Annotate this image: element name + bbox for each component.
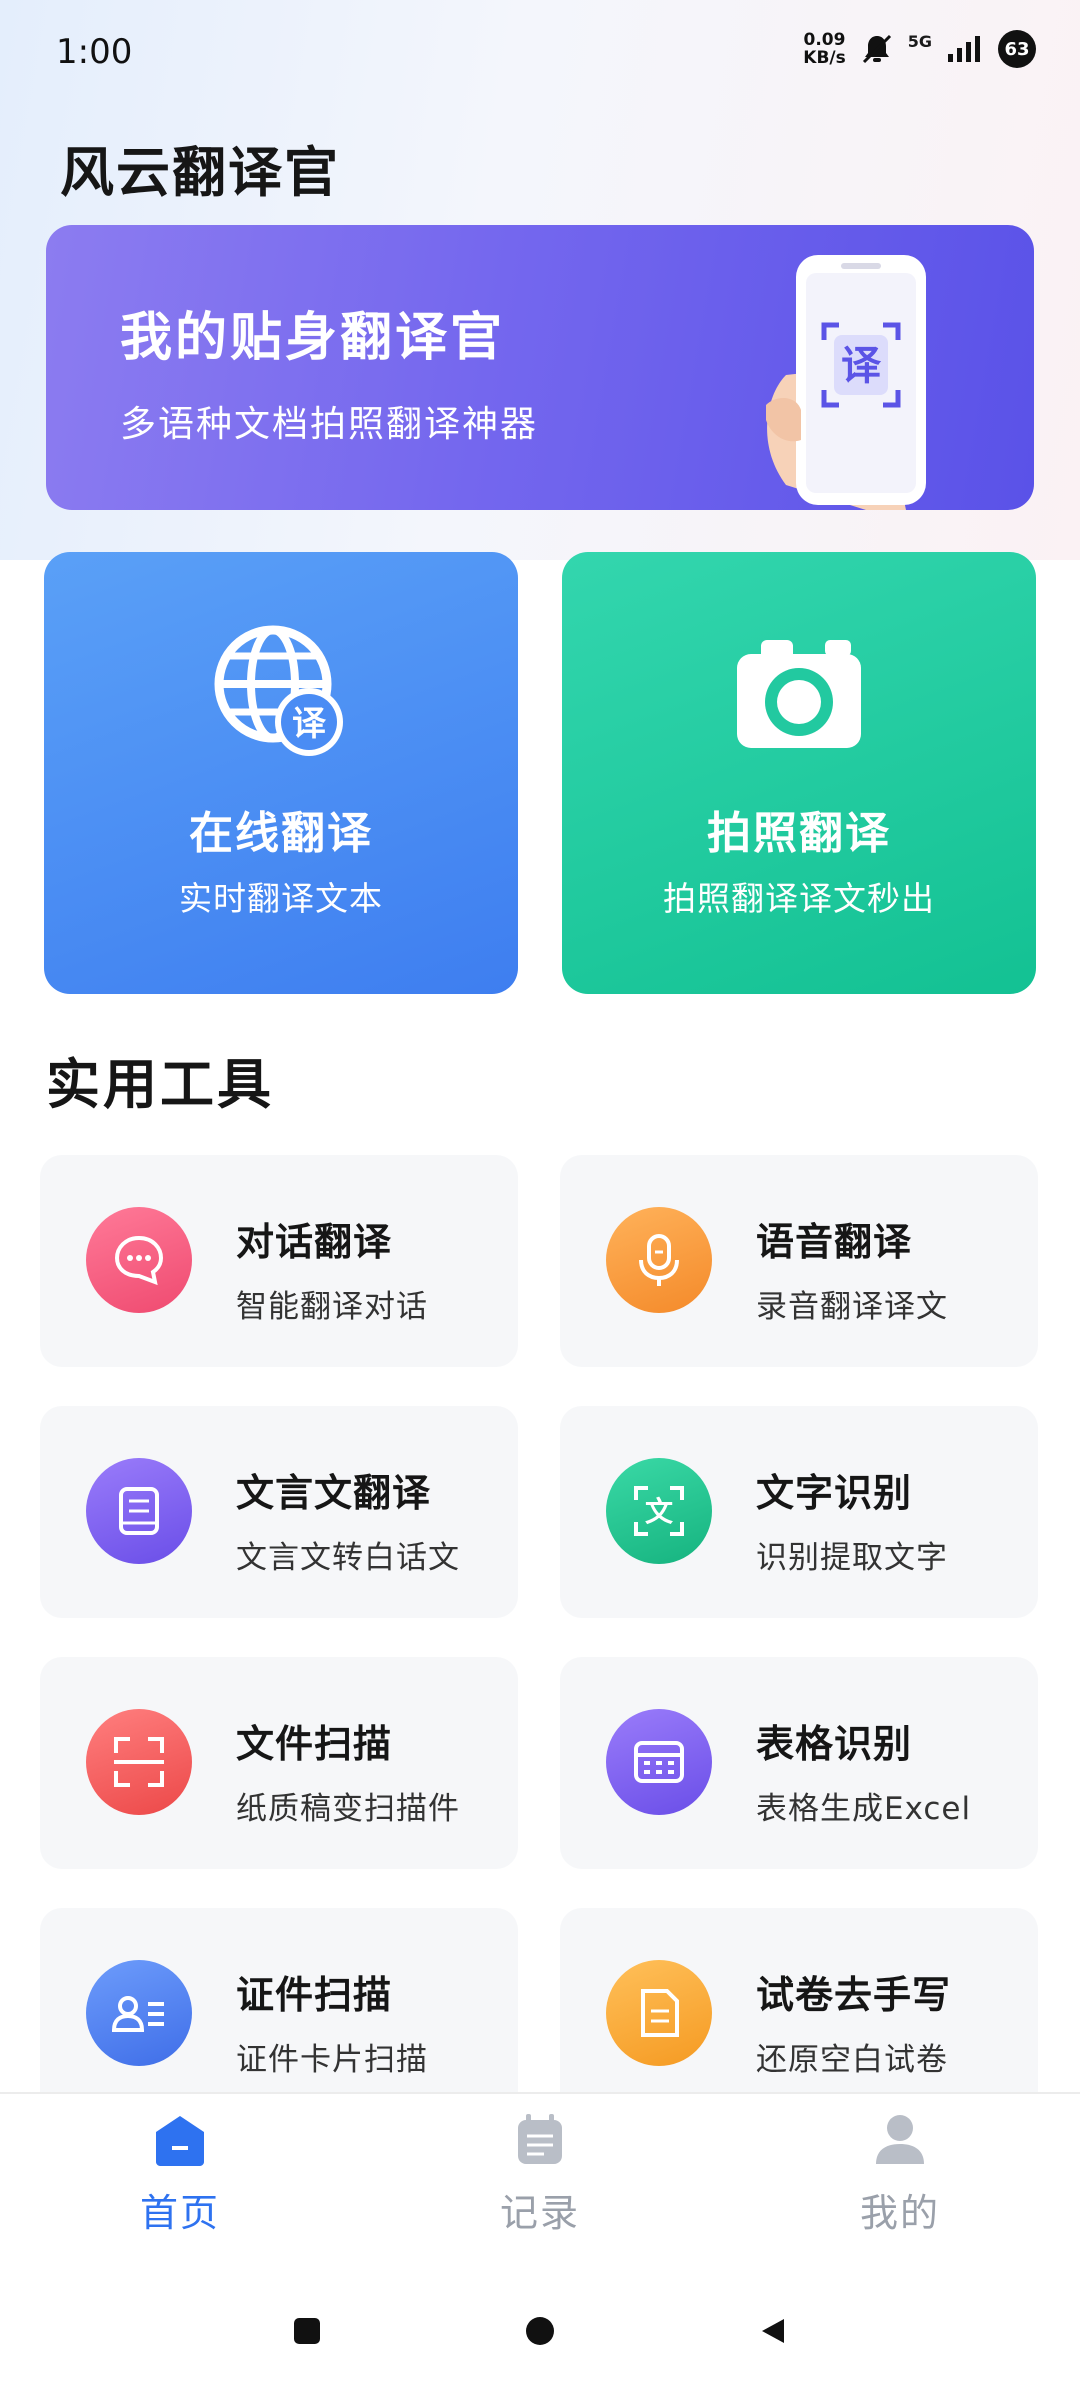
back-icon[interactable] [758, 2316, 788, 2346]
chat-bubble-icon [86, 1207, 192, 1313]
tool-subtitle: 纸质稿变扫描件 [236, 1791, 460, 1827]
tool-voice-translate[interactable]: 语音翻译 录音翻译译文 [560, 1155, 1038, 1367]
document-scan-icon [86, 1709, 192, 1815]
banner-subtitle: 多语种文档拍照翻译神器 [120, 404, 539, 445]
nav-records[interactable]: 记录 [440, 2112, 640, 2237]
nav-home[interactable]: 首页 [80, 2112, 280, 2237]
photo-translate-card[interactable]: 拍照翻译 拍照翻译译文秒出 [562, 552, 1036, 994]
network-speed: 0.09 KB/s [803, 31, 845, 67]
tool-title: 文件扫描 [236, 1722, 393, 1766]
globe-translate-icon: 译 [214, 625, 343, 756]
tool-title: 语音翻译 [756, 1220, 913, 1264]
text-scan-glyph: 文 [645, 1495, 673, 1528]
signal-icon [948, 36, 980, 62]
globe-badge: 译 [292, 704, 327, 744]
promo-banner[interactable]: 我的贴身翻译官 多语种文档拍照翻译神器 译 [46, 225, 1034, 510]
records-icon [518, 2114, 562, 2164]
app-title: 风云翻译官 [60, 141, 340, 204]
tool-title: 对话翻译 [236, 1220, 393, 1264]
tool-subtitle: 识别提取文字 [756, 1540, 948, 1576]
tool-title: 试卷去手写 [756, 1973, 952, 2017]
nav-mine[interactable]: 我的 [800, 2112, 1000, 2237]
network-speed-unit: KB/s [803, 48, 846, 68]
online-translate-title: 在线翻译 [189, 808, 373, 859]
system-navigation-bar [0, 2262, 1080, 2400]
microphone-icon [606, 1207, 712, 1313]
tool-subtitle: 录音翻译译文 [756, 1289, 948, 1325]
tool-dialogue-translate[interactable]: 对话翻译 智能翻译对话 [40, 1155, 518, 1367]
tool-id-scan[interactable]: 证件扫描 证件卡片扫描 [40, 1908, 518, 2120]
tool-table-recognition[interactable]: 表格识别 表格生成Excel [560, 1657, 1038, 1869]
home-icon [156, 2116, 204, 2166]
tool-subtitle: 文言文转白话文 [236, 1540, 460, 1576]
status-icons: 0.09 KB/s 5G 63 [803, 30, 1036, 68]
tool-subtitle: 表格生成Excel [756, 1791, 972, 1827]
tool-title: 文字识别 [756, 1471, 913, 1515]
tool-document-scan[interactable]: 文件扫描 纸质稿变扫描件 [40, 1657, 518, 1869]
tools-section-title: 实用工具 [46, 1053, 274, 1116]
book-icon [86, 1458, 192, 1564]
network-type: 5G [907, 31, 932, 51]
mute-bell-icon [862, 34, 891, 64]
phone-glyph: 译 [841, 343, 882, 389]
nav-records-label: 记录 [499, 2191, 580, 2235]
profile-icon [876, 2115, 924, 2164]
phone-hand-illustration: 译 [766, 255, 926, 510]
tool-classical-translate[interactable]: 文言文翻译 文言文转白话文 [40, 1406, 518, 1618]
online-translate-card[interactable]: 译 在线翻译 实时翻译文本 [44, 552, 518, 994]
online-translate-subtitle: 实时翻译文本 [179, 879, 383, 918]
network-speed-value: 0.09 [803, 30, 846, 50]
photo-translate-subtitle: 拍照翻译译文秒出 [663, 879, 935, 918]
tool-title: 表格识别 [756, 1722, 913, 1766]
recents-icon[interactable] [292, 2316, 322, 2346]
nav-home-label: 首页 [139, 2191, 220, 2235]
tool-subtitle: 智能翻译对话 [236, 1289, 428, 1325]
status-bar: 1:00 0.09 KB/s 5G 63 [0, 0, 1080, 110]
nav-mine-label: 我的 [859, 2191, 940, 2235]
camera-icon [737, 640, 861, 748]
text-scan-icon: 文 [606, 1458, 712, 1564]
id-card-icon [86, 1960, 192, 2066]
bottom-navigation: 首页 记录 我的 [0, 2092, 1080, 2264]
tool-subtitle: 还原空白试卷 [756, 2042, 948, 2078]
battery-icon: 63 [998, 30, 1036, 68]
status-time: 1:00 [56, 32, 133, 72]
home-button-icon[interactable] [525, 2316, 555, 2346]
photo-translate-title: 拍照翻译 [707, 808, 891, 859]
banner-title: 我的贴身翻译官 [120, 308, 506, 368]
tool-remove-handwriting[interactable]: 试卷去手写 还原空白试卷 [560, 1908, 1038, 2120]
table-icon [606, 1709, 712, 1815]
paper-icon [606, 1960, 712, 2066]
tool-text-recognition[interactable]: 文 文字识别 识别提取文字 [560, 1406, 1038, 1618]
tool-title: 文言文翻译 [236, 1471, 432, 1515]
tool-title: 证件扫描 [236, 1973, 393, 2017]
tool-subtitle: 证件卡片扫描 [236, 2042, 428, 2078]
